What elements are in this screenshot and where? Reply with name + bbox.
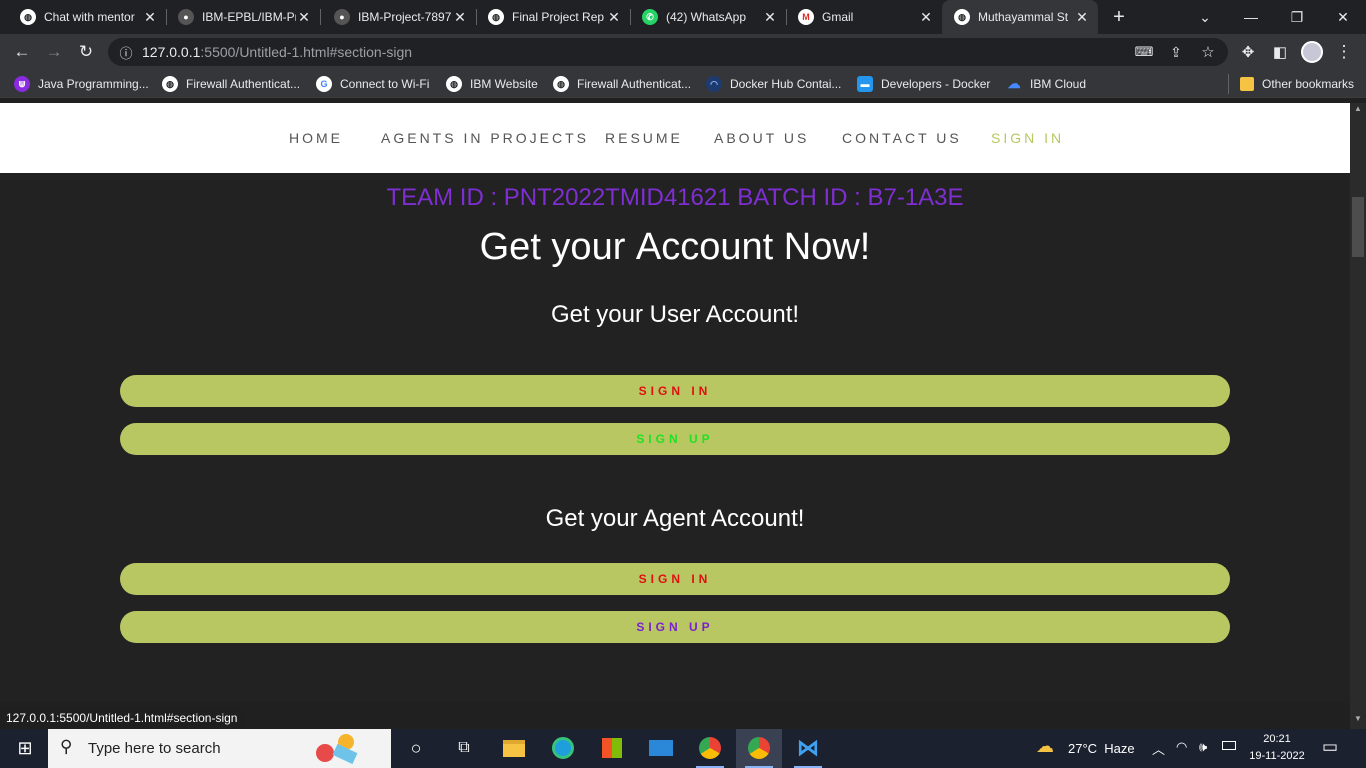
reload-button[interactable]: ↻ <box>72 38 100 66</box>
bookmark-connect-wifi[interactable]: G Connect to Wi-Fi <box>316 76 429 92</box>
nav-agents-in-projects[interactable]: AGENTS IN PROJECTS <box>381 130 589 146</box>
tab-whatsapp[interactable]: ✆ (42) WhatsApp ✕ <box>630 0 786 34</box>
user-account-heading: Get your User Account! <box>550 301 800 328</box>
cloud-icon: ☁ <box>1007 76 1021 91</box>
edge-icon[interactable] <box>548 733 578 763</box>
wifi-icon[interactable]: ◠ <box>1176 739 1187 755</box>
gmail-icon: M <box>798 9 814 25</box>
search-highlight-icon <box>316 734 358 765</box>
cortana-icon[interactable]: ○ <box>401 733 431 763</box>
status-bubble: 127.0.0.1:5500/Untitled-1.html#section-s… <box>0 708 244 729</box>
url-text[interactable]: 127.0.0.1:5500/Untitled-1.html#section-s… <box>142 44 412 60</box>
agent-sign-up-button[interactable]: SIGN UP <box>120 611 1230 643</box>
new-tab-button[interactable]: + <box>1096 0 1142 34</box>
folder-icon <box>1240 77 1254 91</box>
agent-sign-in-button[interactable]: SIGN IN <box>120 563 1230 595</box>
tab-muthayammal[interactable]: ◍ Muthayammal St ✕ <box>942 0 1098 34</box>
scroll-up-arrow-icon[interactable]: ▲ <box>1354 104 1362 113</box>
globe-icon: ◍ <box>488 9 504 25</box>
whatsapp-icon: ✆ <box>642 9 658 25</box>
user-sign-in-button[interactable]: SIGN IN <box>120 375 1230 407</box>
close-icon[interactable]: ✕ <box>142 9 158 26</box>
globe-icon: ◍ <box>162 76 178 92</box>
scroll-down-arrow-icon[interactable]: ▼ <box>1354 714 1362 723</box>
tab-separator <box>320 9 321 25</box>
bookmark-ibm-cloud[interactable]: ☁ IBM Cloud <box>1006 76 1087 92</box>
close-icon[interactable]: ✕ <box>918 9 934 26</box>
extensions-icon[interactable]: ✥ <box>1234 38 1262 66</box>
bookmark-developers-docker[interactable]: ▬ Developers - Docker <box>857 76 990 92</box>
team-id-line: TEAM ID : PNT2022TMID41621 BATCH ID : B7… <box>386 184 964 211</box>
close-icon[interactable]: ✕ <box>452 9 468 26</box>
nav-contact-us[interactable]: CONTACT US <box>842 130 962 146</box>
task-view-icon[interactable]: ⧉ <box>449 733 479 763</box>
share-icon[interactable]: ⇪ <box>1162 38 1190 66</box>
close-icon[interactable]: ✕ <box>296 9 312 26</box>
mail-icon[interactable] <box>646 733 676 763</box>
restore-button[interactable]: ❐ <box>1274 0 1320 34</box>
tab-ibm-project[interactable]: ● IBM-Project-7897 ✕ <box>322 0 476 34</box>
google-icon: G <box>316 76 332 92</box>
tab-gmail[interactable]: M Gmail ✕ <box>786 0 942 34</box>
menu-icon[interactable]: ⋮ <box>1330 38 1358 66</box>
windows-start-icon[interactable]: ⊞ <box>10 733 40 763</box>
notification-icon[interactable]: ▭ <box>1322 737 1338 757</box>
profile-avatar[interactable] <box>1298 38 1326 66</box>
user-sign-up-button[interactable]: SIGN UP <box>120 423 1230 455</box>
vscode-icon[interactable]: ⋈ <box>793 733 823 763</box>
docker-icon: ▬ <box>857 76 873 92</box>
tab-chat-with-mentor[interactable]: ◍ Chat with mentor ✕ <box>8 0 166 34</box>
minimize-button[interactable]: — <box>1228 0 1274 34</box>
taskbar-clock[interactable]: 20:21 19-11-2022 <box>1244 731 1310 765</box>
nav-about-us[interactable]: ABOUT US <box>714 130 809 146</box>
agent-account-heading: Get your Agent Account! <box>545 505 805 532</box>
nav-sign-in[interactable]: SIGN IN <box>991 130 1064 146</box>
tab-strip: ◍ Chat with mentor ✕ ● IBM-EPBL/IBM-Pr ✕… <box>0 0 1366 34</box>
search-icon: ⚲ <box>60 737 73 756</box>
github-icon: ● <box>178 9 194 25</box>
tab-final-project[interactable]: ◍ Final Project Rep ✕ <box>476 0 630 34</box>
bookmark-firewall-1[interactable]: ◍ Firewall Authenticat... <box>162 76 300 92</box>
globe-icon: ◍ <box>553 76 569 92</box>
github-icon: ● <box>334 9 350 25</box>
globe-icon: ◍ <box>446 76 462 92</box>
translate-icon[interactable]: ⌨ <box>1130 38 1158 66</box>
bookmark-divider <box>1228 74 1229 94</box>
bookmark-java-programming[interactable]: ⋓ Java Programming... <box>14 76 149 92</box>
bookmark-ibm-website[interactable]: ◍ IBM Website <box>446 76 538 92</box>
bookmark-docker-hub[interactable]: ◠ Docker Hub Contai... <box>706 76 841 92</box>
bookmark-firewall-2[interactable]: ◍ Firewall Authenticat... <box>553 76 691 92</box>
window-close-button[interactable]: ✕ <box>1320 0 1366 34</box>
store-icon[interactable] <box>597 733 627 763</box>
weather-text[interactable]: 27°C Haze <box>1068 741 1135 756</box>
tab-search-icon[interactable]: ⌄ <box>1182 0 1228 34</box>
tab-ibm-epbl[interactable]: ● IBM-EPBL/IBM-Pr ✕ <box>166 0 320 34</box>
close-icon[interactable]: ✕ <box>1074 9 1090 26</box>
forward-button[interactable]: → <box>40 38 68 66</box>
side-panel-icon[interactable]: ◧ <box>1266 38 1294 66</box>
weather-icon: ☁ <box>1036 736 1054 756</box>
chrome-profile-icon[interactable] <box>744 733 774 763</box>
battery-icon[interactable] <box>1222 741 1236 750</box>
bookmark-other[interactable]: Other bookmarks <box>1240 76 1354 92</box>
page-heading: Get your Account Now! <box>479 226 871 268</box>
scrollbar-thumb[interactable] <box>1352 197 1364 257</box>
close-icon[interactable]: ✕ <box>606 9 622 26</box>
chrome-icon[interactable] <box>695 733 725 763</box>
close-icon[interactable]: ✕ <box>762 9 778 26</box>
volume-icon[interactable]: 🕪 <box>1199 739 1207 755</box>
nav-home[interactable]: HOME <box>289 130 343 146</box>
globe-icon: ◍ <box>954 9 970 25</box>
globe-icon: ◍ <box>20 9 36 25</box>
site-info-icon[interactable]: ⓘ <box>112 38 140 66</box>
docker-icon: ◠ <box>706 76 722 92</box>
bookmark-icon: ⋓ <box>14 76 30 92</box>
file-explorer-icon[interactable] <box>499 733 529 763</box>
bookmark-star-icon[interactable]: ☆ <box>1194 38 1222 66</box>
nav-resume[interactable]: RESUME <box>605 130 683 146</box>
back-button[interactable]: ← <box>8 38 36 66</box>
chevron-up-icon[interactable]: ︿ <box>1152 739 1165 758</box>
